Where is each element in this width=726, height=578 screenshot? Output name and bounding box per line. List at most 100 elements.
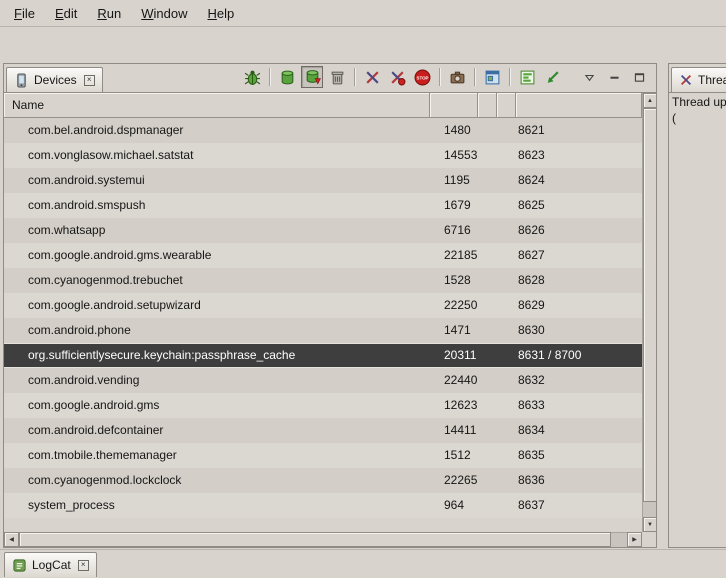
process-row-selected[interactable]: org.sufficientlysecure.keychain:passphra… [4,343,642,368]
process-row[interactable]: com.cyanogenmod.lockclock222658636 [4,468,642,493]
threads-icon [679,73,693,87]
process-row[interactable]: com.tmobile.thememanager15128635 [4,443,642,468]
maximize-icon[interactable] [628,66,650,88]
process-pid: 12623 [430,393,478,418]
method-profiling-icon[interactable] [386,66,408,88]
cause-gc-icon[interactable] [326,66,348,88]
process-row[interactable]: com.android.phone14718630 [4,318,642,343]
horizontal-scrollbar[interactable]: ◀ ▶ [4,532,642,547]
process-extra1 [478,344,497,367]
process-pid: 22440 [430,368,478,393]
process-row[interactable]: com.whatsapp67168626 [4,218,642,243]
arrow-right-icon: ▶ [632,537,637,543]
process-extra1 [478,293,497,318]
process-extra1 [478,268,497,293]
process-extra1 [478,368,497,393]
process-name: com.android.phone [4,318,430,343]
process-row[interactable]: com.vonglasow.michael.satstat145538623 [4,143,642,168]
process-name: com.cyanogenmod.trebuchet [4,268,430,293]
process-name: org.sufficientlysecure.keychain:passphra… [4,344,430,367]
column-header-pid[interactable] [430,93,478,118]
tab-threads-label: Threads [698,73,726,87]
process-port: 8635 [516,443,642,468]
process-row[interactable]: com.android.smspush16798625 [4,193,642,218]
process-extra2 [497,468,516,493]
process-row[interactable]: com.google.android.gms126238633 [4,393,642,418]
process-name: com.android.defcontainer [4,418,430,443]
opengl-trace-icon[interactable] [541,66,563,88]
process-row[interactable]: com.google.android.gms.wearable221858627 [4,243,642,268]
tab-logcat[interactable]: LogCat × [4,552,97,577]
toolbar-spacer [566,77,575,78]
process-name: com.google.android.setupwizard [4,293,430,318]
process-name: com.google.android.gms.wearable [4,243,430,268]
update-heap-icon[interactable] [276,66,298,88]
process-extra2 [497,418,516,443]
menu-file[interactable]: File [4,3,45,24]
threads-message-line2: ( [672,110,726,126]
threads-message: Thread up ( [672,94,726,126]
menu-edit[interactable]: Edit [45,3,87,24]
process-extra1 [478,168,497,193]
close-icon[interactable]: × [78,560,89,571]
update-threads-icon[interactable] [361,66,383,88]
process-row[interactable]: com.bel.android.dspmanager14808621 [4,118,642,143]
process-extra2 [497,344,516,367]
threads-tabbar: Threads × [669,64,726,93]
scroll-right-button[interactable]: ▶ [627,532,642,547]
process-extra2 [497,293,516,318]
process-port: 8628 [516,268,642,293]
menu-help[interactable]: Help [197,3,244,24]
scrollbar-corner [642,532,656,547]
dump-hprof-icon[interactable] [301,66,323,88]
column-header-extra1[interactable] [478,93,497,118]
process-port: 8621 [516,118,642,143]
screen-capture-icon[interactable] [446,66,468,88]
scroll-up-button[interactable]: ▲ [643,93,657,108]
process-extra2 [497,318,516,343]
close-icon[interactable]: × [84,75,95,86]
process-row[interactable]: com.android.vending224408632 [4,368,642,393]
view-menu-icon[interactable] [578,66,600,88]
horizontal-scrollbar-thumb[interactable] [19,532,611,547]
debug-process-icon[interactable] [241,66,263,88]
process-extra1 [478,493,497,518]
bottom-bar: LogCat × [0,549,726,578]
menu-run[interactable]: Run [87,3,131,24]
process-row[interactable]: com.google.android.setupwizard222508629 [4,293,642,318]
devices-tabbar: Devices × STOP [4,64,656,93]
vertical-scrollbar[interactable]: ▲ ▼ [642,93,656,532]
process-port: 8636 [516,468,642,493]
tab-devices[interactable]: Devices × [6,67,103,92]
arrow-down-icon: ▼ [647,522,653,528]
process-port: 8633 [516,393,642,418]
stop-process-icon[interactable]: STOP [411,66,433,88]
process-port: 8624 [516,168,642,193]
process-extra2 [497,193,516,218]
tab-threads[interactable]: Threads × [671,67,726,92]
process-extra1 [478,468,497,493]
process-port: 8637 [516,493,642,518]
process-row[interactable]: com.android.systemui11958624 [4,168,642,193]
process-row[interactable]: com.cyanogenmod.trebuchet15288628 [4,268,642,293]
scroll-down-button[interactable]: ▼ [643,517,657,532]
process-port: 8626 [516,218,642,243]
device-icon [14,73,29,88]
column-header-port[interactable] [516,93,642,118]
view-hierarchy-icon[interactable] [481,66,503,88]
process-row[interactable]: system_process9648637 [4,493,642,518]
arrow-left-icon: ◀ [9,537,14,543]
process-name: com.android.systemui [4,168,430,193]
scroll-left-button[interactable]: ◀ [4,532,19,547]
systrace-icon[interactable] [516,66,538,88]
minimize-icon[interactable] [603,66,625,88]
process-row[interactable]: com.android.defcontainer144118634 [4,418,642,443]
process-port: 8625 [516,193,642,218]
vertical-scrollbar-thumb[interactable] [643,108,657,502]
menu-window[interactable]: Window [131,3,197,24]
svg-text:STOP: STOP [416,75,428,80]
process-pid: 1480 [430,118,478,143]
process-pid: 1512 [430,443,478,468]
column-header-extra2[interactable] [497,93,516,118]
column-header-name[interactable]: Name [4,93,430,118]
